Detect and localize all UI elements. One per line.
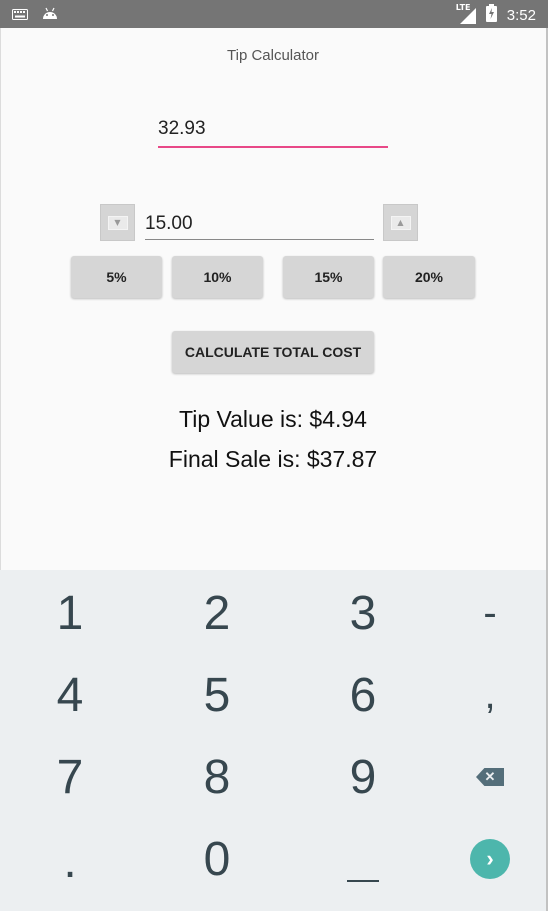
key-decimal[interactable]: .: [0, 820, 140, 902]
chevron-up-icon: ▲: [390, 215, 411, 230]
decrement-tip-button[interactable]: ▼: [100, 204, 135, 241]
app-title: Tip Calculator: [227, 47, 319, 64]
tip-15-percent-button[interactable]: 15%: [283, 256, 374, 298]
status-time: 3:52: [506, 6, 536, 24]
chevron-right-icon: ›: [470, 839, 510, 879]
key-7[interactable]: 7: [0, 736, 140, 818]
key-5[interactable]: 5: [147, 654, 287, 736]
tip-5-percent-button[interactable]: 5%: [71, 256, 162, 298]
key-9[interactable]: 9: [293, 736, 433, 818]
key-4[interactable]: 4: [0, 654, 140, 736]
backspace-key[interactable]: ✕: [420, 736, 548, 818]
signal-icon: LTE: [456, 3, 476, 24]
status-bar: LTE 3:52: [0, 0, 548, 28]
increment-tip-button[interactable]: ▲: [383, 204, 418, 241]
space-key[interactable]: [293, 818, 433, 900]
key-2[interactable]: 2: [147, 572, 287, 654]
key-minus[interactable]: -: [420, 572, 548, 654]
numeric-keyboard: 1 2 3 - 4 5 6 , 7 8 9 ✕ . 0 ›: [0, 570, 546, 911]
key-8[interactable]: 8: [147, 736, 287, 818]
backspace-icon: ✕: [476, 768, 504, 786]
bill-amount-input[interactable]: [158, 112, 388, 148]
enter-key[interactable]: ›: [420, 818, 548, 900]
calculate-total-button[interactable]: CALCULATE TOTAL COST: [172, 331, 374, 373]
tip-value-text: Tip Value is: $4.94: [179, 406, 367, 432]
key-6[interactable]: 6: [293, 654, 433, 736]
keyboard-icon: [12, 5, 28, 24]
chevron-down-icon: ▼: [107, 215, 128, 230]
final-sale-text: Final Sale is: $37.87: [168, 446, 378, 472]
key-3[interactable]: 3: [293, 572, 433, 654]
tip-percent-input[interactable]: [145, 208, 374, 240]
tip-20-percent-button[interactable]: 20%: [383, 256, 475, 298]
space-bar-icon: [347, 880, 379, 882]
battery-icon: [485, 4, 497, 26]
android-icon: [42, 5, 58, 24]
tip-10-percent-button[interactable]: 10%: [172, 256, 263, 298]
key-comma[interactable]: ,: [420, 654, 548, 736]
key-0[interactable]: 0: [147, 818, 287, 900]
key-1[interactable]: 1: [0, 572, 140, 654]
